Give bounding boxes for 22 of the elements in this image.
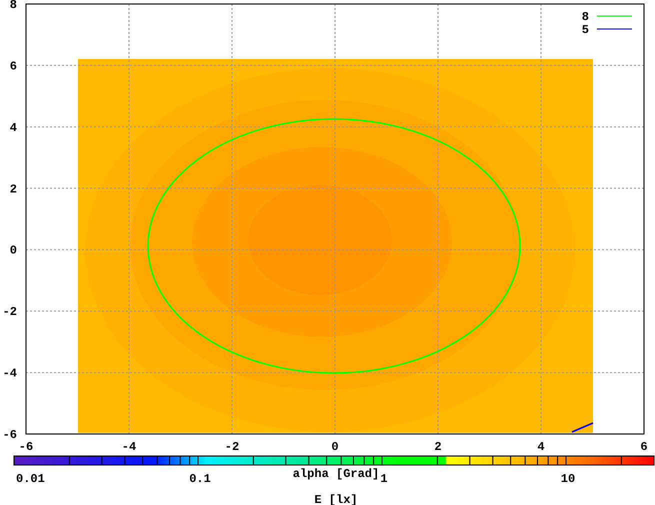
scale-label: alpha [Grad]: [292, 467, 380, 481]
scale-tick-label: 10: [560, 472, 576, 486]
x-tick-label: 0: [331, 440, 339, 454]
x-tick-label: 4: [537, 440, 545, 454]
y-tick-label: -4: [2, 366, 17, 381]
y-tick-label: -2: [2, 305, 17, 320]
legend-label: 8: [582, 10, 589, 24]
y-tick-label: 4: [10, 120, 17, 135]
scale-tick-label: 0.1: [189, 472, 211, 486]
y-tick-label: 2: [10, 182, 17, 196]
y-tick-label: -6: [2, 428, 17, 442]
x-tick-label: -4: [122, 440, 136, 454]
x-tick-label: 2: [434, 440, 442, 454]
x-tick-label: 6: [640, 440, 648, 454]
y-tick-label: 8: [10, 0, 17, 12]
x-tick-label: -6: [18, 440, 34, 454]
scale-tick-label: 0.01: [16, 472, 45, 486]
legend-label: 5: [582, 23, 589, 37]
y-tick-label: 6: [10, 59, 17, 74]
x-tick-label: -2: [224, 440, 240, 454]
y-tick-label: 0: [10, 244, 17, 258]
scale-tick-label: 1: [380, 472, 388, 486]
